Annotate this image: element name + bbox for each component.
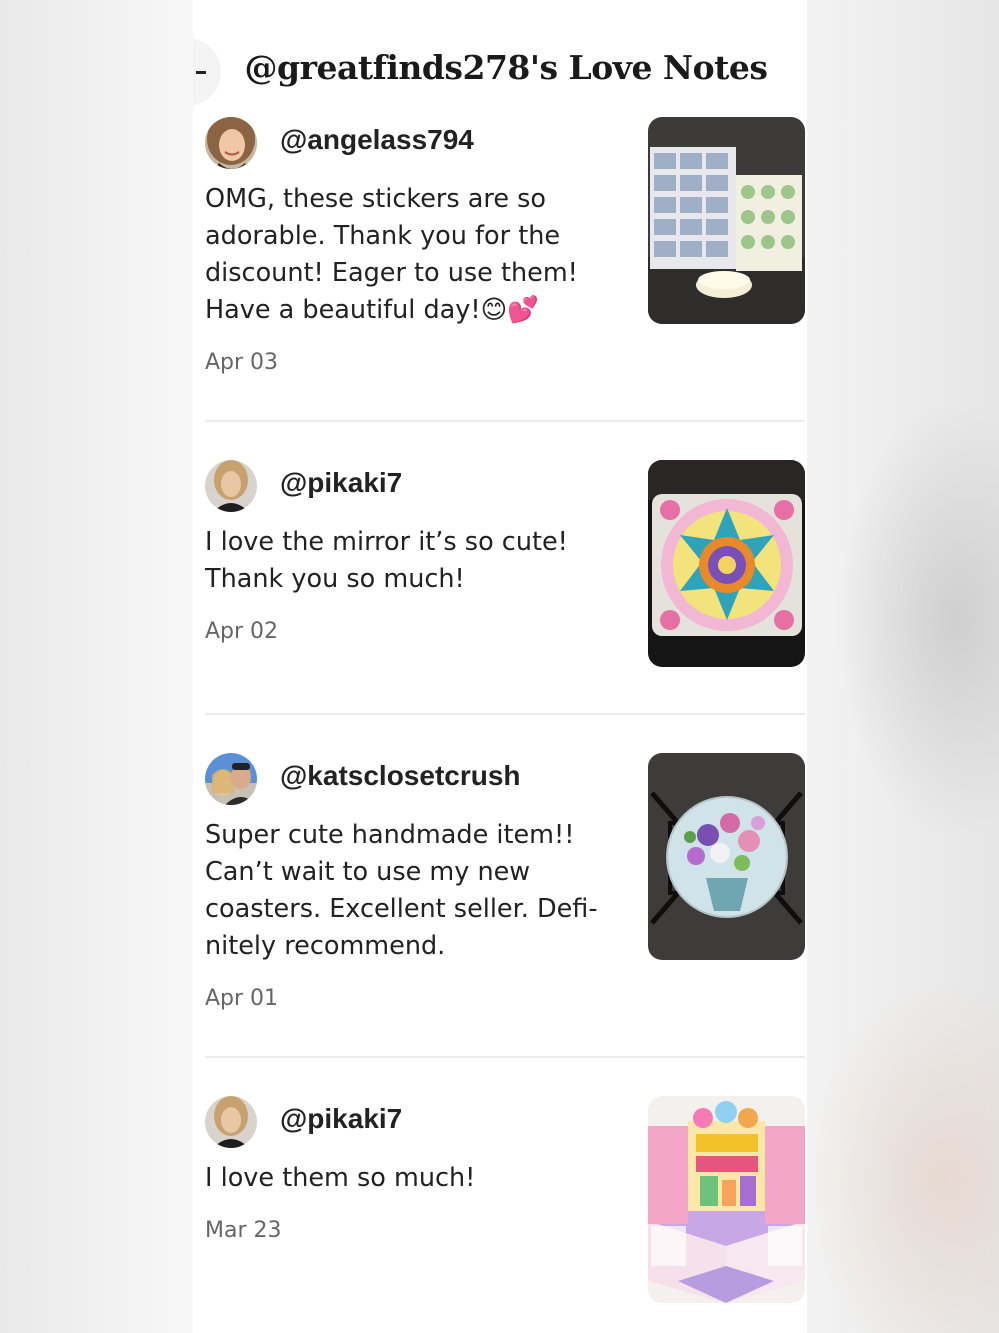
user-avatar[interactable] (205, 460, 257, 512)
divider (205, 713, 805, 715)
note-username[interactable]: @katsclosetcrush (280, 760, 521, 792)
love-note-item: @pikaki7 I love the mirror it’s so cute!… (205, 460, 805, 680)
note-message: Super cute handmade item!! Can’t wait to… (205, 820, 598, 961)
love-notes-panel: @greatfinds278's Love Notes @angelass794… (193, 0, 807, 1333)
birthday-popup-card-photo[interactable] (648, 1096, 805, 1303)
background-right (807, 0, 999, 1333)
note-message: I love the mirror it’s so cute! Thank yo… (205, 527, 568, 594)
note-date: Apr 02 (205, 619, 279, 644)
mandala-mirror-photo[interactable] (648, 460, 805, 667)
stickers-photo[interactable] (648, 117, 805, 324)
background-left (0, 0, 193, 1333)
love-note-item: @katsclosetcrush Super cute handmade ite… (205, 753, 805, 1023)
love-note-item: @pikaki7 I love them so much! Mar 23 (205, 1096, 805, 1306)
note-message: OMG, these stickers are so adorable. Tha… (205, 184, 578, 325)
note-username[interactable]: @pikaki7 (280, 1103, 402, 1135)
note-date: Mar 23 (205, 1218, 282, 1243)
note-date: Apr 03 (205, 350, 279, 375)
page-title: @greatfinds278's Love Notes (244, 48, 768, 87)
note-username[interactable]: @angelass794 (280, 124, 474, 156)
note-username[interactable]: @pikaki7 (280, 467, 402, 499)
divider (205, 420, 805, 422)
note-date: Apr 01 (205, 986, 279, 1011)
user-avatar[interactable] (205, 753, 257, 805)
user-avatar[interactable] (205, 117, 257, 169)
floral-coaster-photo[interactable] (648, 753, 805, 960)
love-note-item: @angelass794 OMG, these stickers are so … (205, 117, 805, 407)
note-message: I love them so much! (205, 1163, 476, 1193)
user-avatar[interactable] (205, 1096, 257, 1148)
divider (205, 1056, 805, 1058)
